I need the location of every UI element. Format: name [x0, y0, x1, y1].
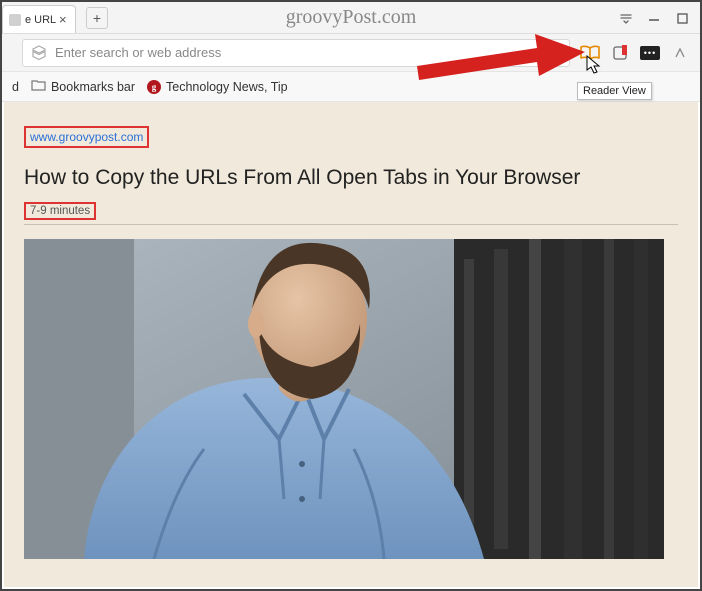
- bookmark-tech-label: Technology News, Tip: [166, 80, 288, 94]
- reader-view-icon[interactable]: [580, 43, 600, 63]
- overflow-icon[interactable]: [612, 6, 640, 30]
- reader-content: www.groovypost.com How to Copy the URLs …: [4, 102, 698, 587]
- tab-favicon: [9, 14, 21, 26]
- site-info-icon[interactable]: [31, 45, 47, 61]
- new-tab-button[interactable]: +: [86, 7, 108, 29]
- bookmarks-bar-label: Bookmarks bar: [51, 80, 135, 94]
- url-placeholder: Enter search or web address: [55, 45, 221, 60]
- read-time-row: 7-9 minutes: [24, 202, 678, 225]
- bookmark-cut-item[interactable]: d: [12, 80, 19, 94]
- pocket-icon[interactable]: [610, 43, 630, 63]
- folder-icon: [31, 79, 46, 94]
- window-controls: [612, 2, 696, 34]
- article-domain-link[interactable]: www.groovypost.com: [24, 126, 149, 148]
- watermark-text: groovyPost.com: [286, 6, 417, 29]
- close-tab-icon[interactable]: ×: [59, 15, 69, 25]
- menu-dots-icon[interactable]: •••: [640, 43, 660, 63]
- sidebar-toggle-icon[interactable]: [670, 43, 690, 63]
- title-bar: e URLs Fro × + groovyPost.com: [2, 2, 700, 34]
- read-time-badge: 7-9 minutes: [24, 202, 96, 220]
- minimize-button[interactable]: [640, 6, 668, 30]
- url-input[interactable]: Enter search or web address: [22, 39, 570, 67]
- reader-view-tooltip: Reader View: [577, 82, 652, 100]
- article-hero-image: [24, 239, 664, 559]
- browser-tab[interactable]: e URLs Fro ×: [2, 5, 76, 33]
- maximize-button[interactable]: [668, 6, 696, 30]
- groovypost-favicon: g: [147, 80, 161, 94]
- bookmark-tech-news[interactable]: g Technology News, Tip: [147, 80, 288, 94]
- toolbar-icons: •••: [580, 43, 690, 63]
- bookmarks-bar-folder[interactable]: Bookmarks bar: [31, 79, 135, 94]
- article-title: How to Copy the URLs From All Open Tabs …: [24, 166, 678, 190]
- address-bar: Enter search or web address •••: [2, 34, 700, 72]
- tab-title: e URLs Fro: [25, 14, 56, 26]
